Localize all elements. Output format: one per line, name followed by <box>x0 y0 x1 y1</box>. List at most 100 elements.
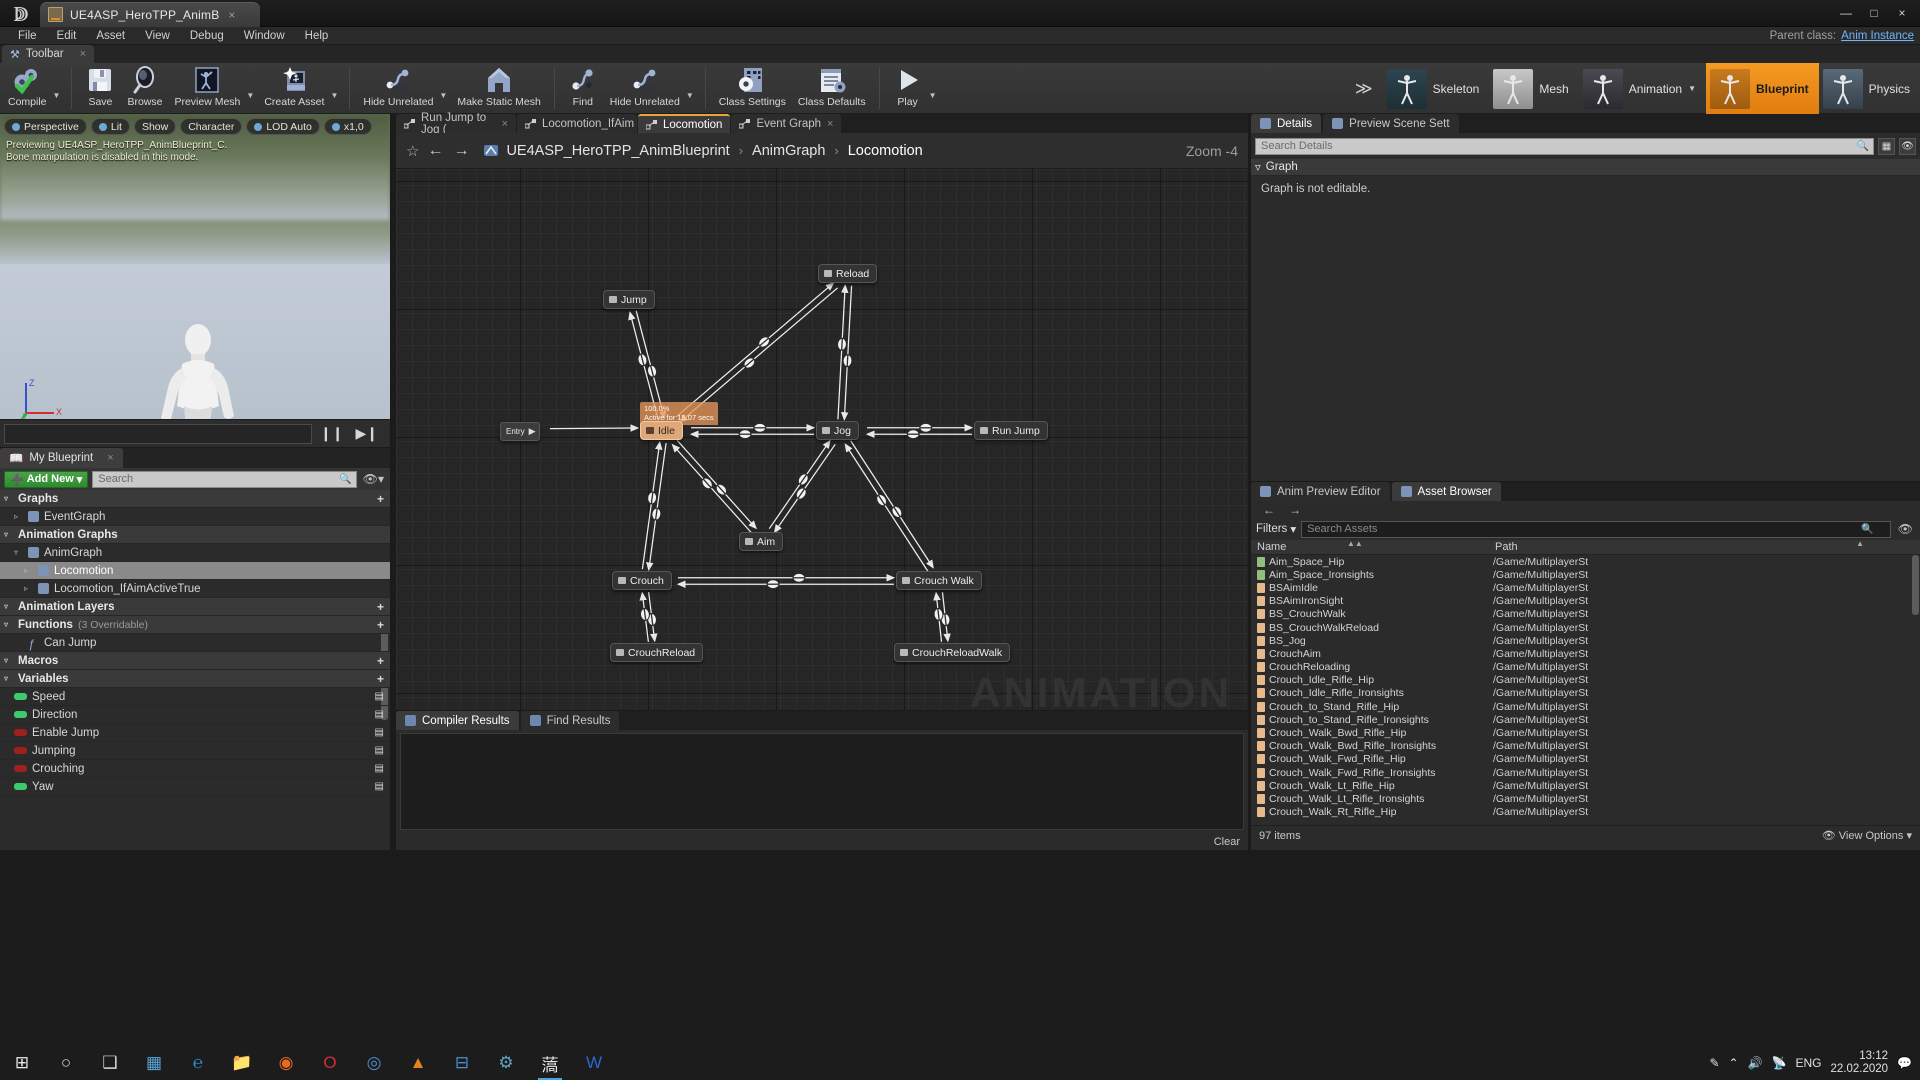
menu-item-debug[interactable]: Debug <box>180 29 234 43</box>
breadcrumb-root[interactable]: UE4ASP_HeroTPP_AnimBlueprint <box>506 143 729 159</box>
expander-icon[interactable]: ▹ <box>24 584 33 593</box>
task-view-icon[interactable]: ❑ <box>88 1046 132 1080</box>
animation-scrubber[interactable] <box>4 424 312 444</box>
variable-visibility-icon[interactable]: ▤ <box>375 781 384 792</box>
add-item-button[interactable]: + <box>377 618 384 632</box>
toolbar-overflow-icon[interactable]: ≫ <box>1345 79 1383 99</box>
variable-item-jumping[interactable]: Jumping ▤ <box>0 742 390 760</box>
chevron-down-icon[interactable]: ▼ <box>929 91 941 100</box>
vertical-scrollbar[interactable] <box>1912 555 1919 615</box>
back-arrow-icon[interactable]: ← <box>425 142 445 160</box>
graph-tab-run-jump-to-jog[interactable]: Run Jump to Jog (× <box>396 112 516 136</box>
toolbar-button-create-asset[interactable]: Create Asset <box>258 63 330 113</box>
close-icon[interactable]: × <box>502 118 508 130</box>
edge-icon[interactable]: ℮ <box>176 1046 220 1080</box>
forward-arrow-icon[interactable]: → <box>1289 503 1301 517</box>
asset-row[interactable]: Crouch_Idle_Rifle_Hip/Game/MultiplayerSt <box>1251 674 1920 687</box>
viewport-button-x1-0[interactable]: x1,0 <box>323 118 372 135</box>
close-icon[interactable]: × <box>827 118 833 130</box>
tree-section-functions[interactable]: ▿ Functions (3 Overridable) + <box>0 616 390 634</box>
folder-icon[interactable]: 📁 <box>220 1046 264 1080</box>
chevron-up-icon[interactable]: ⌃ <box>1729 1056 1739 1070</box>
toolbar-button-play[interactable]: Play <box>887 63 929 113</box>
viewport-button-perspective[interactable]: Perspective <box>4 118 87 135</box>
transition-link[interactable] <box>676 439 757 530</box>
tree-item-can-jump[interactable]: ƒ Can Jump <box>0 634 390 652</box>
toolbar-button-make-static-mesh[interactable]: Make Static Mesh <box>451 63 546 113</box>
close-icon[interactable]: × <box>107 452 113 464</box>
document-tab[interactable]: UE4ASP_HeroTPP_AnimB × <box>40 2 260 27</box>
chevron-down-icon[interactable]: ▼ <box>439 91 451 100</box>
asset-row[interactable]: CrouchReloading/Game/MultiplayerSt <box>1251 661 1920 674</box>
add-item-button[interactable]: + <box>377 654 384 668</box>
filters-button[interactable]: Filters ▾ <box>1256 522 1296 536</box>
transition-rule-icon[interactable] <box>837 337 847 351</box>
asset-row[interactable]: Crouch_to_Stand_Rifle_Hip/Game/Multiplay… <box>1251 700 1920 713</box>
tree-item-animgraph[interactable]: ▿ AnimGraph <box>0 544 390 562</box>
transition-rule-icon[interactable] <box>906 429 920 440</box>
asset-row[interactable]: Aim_Space_Hip/Game/MultiplayerSt <box>1251 555 1920 568</box>
expander-icon[interactable]: ▹ <box>14 512 23 521</box>
state-node-crouchreloadwalk[interactable]: CrouchReloadWalk <box>894 643 1011 662</box>
toolbar-button-compile[interactable]: Compile <box>2 63 53 113</box>
state-node-aim[interactable]: Aim <box>739 532 784 551</box>
transition-rule-icon[interactable] <box>842 354 853 368</box>
asset-row[interactable]: Crouch_Walk_Lt_Rifle_Hip/Game/Multiplaye… <box>1251 779 1920 792</box>
search-icon[interactable]: 🔍 <box>339 474 351 485</box>
close-button[interactable]: × <box>1894 6 1910 20</box>
asset-row[interactable]: BS_CrouchWalkReload/Game/MultiplayerSt <box>1251 621 1920 634</box>
tree-section-variables[interactable]: ▿ Variables + <box>0 670 390 688</box>
volume-icon[interactable]: 🔊 <box>1748 1056 1763 1070</box>
start-icon[interactable]: ⊞ <box>0 1046 44 1080</box>
asset-row[interactable]: Crouch_Walk_Lt_Rifle_Ironsights/Game/Mul… <box>1251 792 1920 805</box>
add-item-button[interactable]: + <box>377 672 384 686</box>
tree-section-animation-graphs[interactable]: ▿ Animation Graphs <box>0 526 390 544</box>
my-blueprint-tree[interactable]: ▿ Graphs + ▹ EventGraph ▿ Animation Graphs ▿ Ani… <box>0 490 390 847</box>
menu-item-edit[interactable]: Edit <box>47 29 87 43</box>
tree-item-locomotion[interactable]: ▹ Locomotion <box>0 562 390 580</box>
toolbar-button-class-settings[interactable]: Class Settings <box>713 63 792 113</box>
unreal-icon[interactable]: 薃 <box>528 1046 572 1080</box>
asset-row[interactable]: Crouch_Walk_Bwd_Rifle_Hip/Game/Multiplay… <box>1251 726 1920 739</box>
chrome-icon[interactable]: ◎ <box>352 1046 396 1080</box>
variable-item-enable-jump[interactable]: Enable Jump ▤ <box>0 724 390 742</box>
graph-tab-locomotion-ifaim[interactable]: Locomotion_IfAim× <box>517 114 646 133</box>
variable-item-yaw[interactable]: Yaw ▤ <box>0 778 390 796</box>
variable-visibility-icon[interactable]: ▤ <box>375 745 384 756</box>
state-node-crouchwalk[interactable]: Crouch Walk <box>896 571 982 590</box>
compiler-results-body[interactable] <box>400 733 1244 830</box>
menu-item-asset[interactable]: Asset <box>86 29 135 43</box>
details-tab-details[interactable]: Details <box>1251 114 1322 133</box>
step-icon[interactable]: ▶❙ <box>356 425 379 442</box>
variable-visibility-icon[interactable]: ▤ <box>375 691 384 702</box>
variable-item-speed[interactable]: Speed ▤ <box>0 688 390 706</box>
asset-row[interactable]: BS_CrouchWalk/Game/MultiplayerSt <box>1251 608 1920 621</box>
transition-rule-icon[interactable] <box>647 491 658 505</box>
search-icon[interactable]: 🔍 <box>1861 524 1873 535</box>
asset-row[interactable]: BSAimIronSight/Game/MultiplayerSt <box>1251 595 1920 608</box>
state-node-entry[interactable]: Entry ▶ <box>500 422 540 441</box>
search-icon[interactable]: ○ <box>44 1046 88 1080</box>
variable-item-crouching[interactable]: Crouching ▤ <box>0 760 390 778</box>
tree-section-macros[interactable]: ▿ Macros + <box>0 652 390 670</box>
mode-button-physics[interactable]: Physics <box>1819 63 1920 114</box>
toolbar-button-save[interactable]: Save <box>79 63 121 113</box>
menu-item-file[interactable]: File <box>8 29 47 43</box>
variable-visibility-icon[interactable]: ▤ <box>375 709 384 720</box>
column-header-name[interactable]: Name <box>1251 541 1491 553</box>
back-arrow-icon[interactable]: ← <box>1263 503 1275 517</box>
explorer-icon[interactable]: ▦ <box>132 1046 176 1080</box>
transition-link[interactable] <box>850 440 934 569</box>
chevron-down-icon[interactable]: ▼ <box>246 91 258 100</box>
clock[interactable]: 13:12 22.02.2020 <box>1830 1050 1888 1076</box>
menu-item-help[interactable]: Help <box>295 29 339 43</box>
tab-my-blueprint[interactable]: 📖 My Blueprint × <box>0 448 123 468</box>
transition-rule-icon[interactable] <box>919 422 933 433</box>
asset-row[interactable]: Crouch_Idle_Rifle_Ironsights/Game/Multip… <box>1251 687 1920 700</box>
toolbar-tab[interactable]: ⚒ Toolbar × <box>2 45 95 63</box>
details-search-input[interactable]: Search Details 🔍 <box>1255 137 1874 155</box>
word-icon[interactable]: W <box>572 1046 616 1080</box>
state-node-reload[interactable]: Reload <box>818 264 878 283</box>
pen-icon[interactable]: ✎ <box>1709 1056 1719 1070</box>
asset-tab-asset-browser[interactable]: Asset Browser <box>1391 482 1501 501</box>
